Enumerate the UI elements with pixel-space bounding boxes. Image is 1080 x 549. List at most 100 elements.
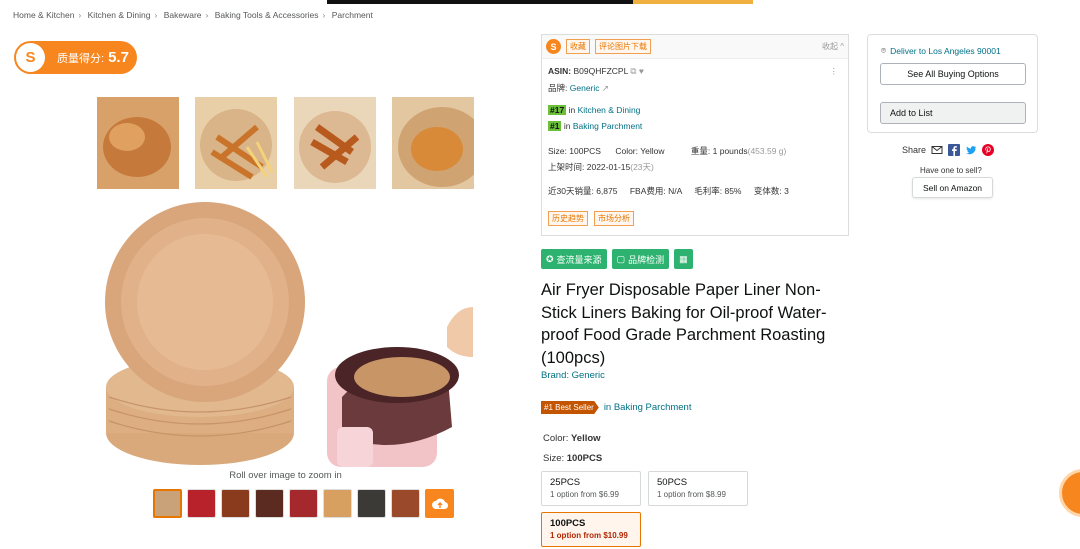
favorite-button[interactable]: 收藏: [566, 39, 590, 54]
buy-box: ⌾ Deliver to Los Angeles 90001 See All B…: [867, 34, 1038, 133]
upload-icon[interactable]: [425, 489, 454, 518]
best-seller-category-link[interactable]: in Baking Parchment: [604, 402, 692, 413]
color-label: Color:: [615, 146, 639, 156]
quality-score-badge[interactable]: S 质量得分: 5.7: [14, 41, 137, 74]
location-pin-icon: ⌾: [881, 45, 887, 55]
rank-category-link[interactable]: Baking Parchment: [573, 121, 642, 131]
plugin-logo-icon: S: [546, 39, 561, 54]
brand-link[interactable]: Brand: Generic: [541, 370, 605, 381]
thumbnail[interactable]: [187, 489, 216, 518]
stats-row: 近30天销量: 6,875 FBA费用: N/A 毛利率: 85% 变体数: 3: [542, 185, 795, 197]
deliver-to-link[interactable]: ⌾ Deliver to Los Angeles 90001: [881, 45, 1001, 56]
asin-label: ASIN:: [548, 66, 572, 76]
weight-grams: (453.59 g): [747, 146, 787, 156]
download-review-images-button[interactable]: 评论图片下载: [595, 39, 651, 54]
listed-date: 2022-01-15: [586, 162, 631, 172]
thumbnail-strip: [153, 489, 454, 518]
size-value: 100PCS: [569, 146, 601, 156]
size-option-name: 50PCS: [657, 477, 688, 488]
breadcrumb-item[interactable]: Parchment: [332, 10, 373, 20]
brand-check-button[interactable]: ▢ 品牌检测: [611, 249, 670, 269]
main-product-image[interactable]: [97, 97, 486, 469]
copy-icon[interactable]: ⧉: [630, 66, 636, 76]
thumbnail[interactable]: [357, 489, 386, 518]
brand-row: 品牌: Generic ↗: [542, 82, 615, 94]
brand-label: 品牌:: [548, 83, 568, 93]
twitter-icon[interactable]: [965, 144, 977, 156]
plugin-action-buttons: ✪ 查流量来源 ▢ 品牌检测 ▦: [541, 249, 693, 269]
traffic-source-button[interactable]: ✪ 查流量来源: [541, 249, 607, 269]
breadcrumb-item[interactable]: Bakeware: [164, 10, 202, 20]
thumbnail[interactable]: [255, 489, 284, 518]
thumbnail[interactable]: [289, 489, 318, 518]
listed-label: 上架时间:: [548, 162, 585, 172]
history-trend-button[interactable]: 历史趋势: [548, 211, 588, 226]
rank-in: in: [568, 105, 576, 115]
traffic-source-label: 查流量来源: [556, 254, 602, 265]
check-circle-icon: ✪: [546, 253, 554, 264]
variants-value: 3: [784, 186, 789, 196]
market-analysis-button[interactable]: 市场分析: [594, 211, 634, 226]
thumbnail[interactable]: [153, 489, 182, 518]
color-value: Yellow: [640, 146, 665, 156]
weight-value: 1 pounds: [712, 146, 748, 156]
size-option-selected[interactable]: 100PCS 1 option from $10.99: [541, 512, 641, 547]
thumbnail[interactable]: [221, 489, 250, 518]
size-option-name: 25PCS: [550, 477, 581, 488]
breadcrumb-item[interactable]: Baking Tools & Accessories: [215, 10, 319, 20]
size-label: Size:: [543, 453, 565, 464]
fba-label: FBA费用:: [629, 186, 666, 196]
listed-days: (23天): [630, 162, 654, 172]
margin-label: 毛利率:: [694, 186, 723, 196]
top-ad-strip: [327, 0, 753, 4]
add-to-list-button[interactable]: Add to List: [880, 102, 1026, 124]
color-label: Color:: [543, 433, 569, 444]
see-all-buying-options-button[interactable]: See All Buying Options: [880, 63, 1026, 85]
plugin-logo-icon: S: [16, 43, 45, 72]
facebook-icon[interactable]: [948, 144, 961, 156]
plugin-panel: S 收藏 评论图片下载 收起 ^ ASIN: B09QHFZCPL ⧉ ♥ ⋮ …: [541, 34, 849, 236]
breadcrumb-item[interactable]: Kitchen & Dining: [88, 10, 151, 20]
quality-score-label: 质量得分:: [57, 52, 105, 65]
zoom-hint: Roll over image to zoom in: [229, 470, 342, 481]
rank-in: in: [563, 121, 571, 131]
heart-icon[interactable]: ♥: [639, 66, 644, 76]
thumbnail[interactable]: [323, 489, 352, 518]
breadcrumb: Home & Kitchen › Kitchen & Dining › Bakewa…: [13, 10, 373, 20]
thumbnail[interactable]: [391, 489, 420, 518]
email-icon[interactable]: [931, 144, 943, 156]
best-seller-row: #1 Best Seller in Baking Parchment: [541, 401, 691, 414]
best-seller-badge[interactable]: #1 Best Seller: [541, 401, 599, 414]
plugin-float-button[interactable]: [1059, 469, 1080, 517]
breadcrumb-item[interactable]: Home & Kitchen: [13, 10, 74, 20]
color-value: Yellow: [570, 433, 601, 444]
deliver-to-label: Deliver to Los Angeles 90001: [890, 45, 1001, 56]
size-option-price: 1 option from $8.99: [657, 490, 726, 499]
size-option[interactable]: 50PCS 1 option from $8.99: [648, 471, 748, 506]
have-one-to-sell: Have one to sell?: [920, 166, 982, 175]
listed-row: 上架时间: 2022-01-15(23天): [542, 161, 660, 173]
brand-link[interactable]: Generic: [570, 83, 600, 93]
size-row: Size: 100PCS Color: Yellow 重量: 1 pounds(…: [542, 145, 792, 157]
size-option[interactable]: 25PCS 1 option from $6.99: [541, 471, 641, 506]
share-row: Share: [902, 144, 995, 156]
rank-row: #17 in Kitchen & Dining: [542, 105, 646, 115]
square-icon: ▢: [616, 253, 626, 264]
asin-row: ASIN: B09QHFZCPL ⧉ ♥ ⋮: [542, 66, 848, 77]
brand-check-label: 品牌检测: [628, 254, 665, 265]
sales-value: 6,875: [596, 186, 618, 196]
size-label: Size:: [548, 146, 567, 156]
size-selection: Size: 100PCS: [543, 453, 602, 464]
color-selection: Color: Yellow: [543, 433, 601, 444]
sell-on-amazon-button[interactable]: Sell on Amazon: [912, 177, 993, 198]
size-option-price: 1 option from $10.99: [550, 531, 628, 540]
pinterest-icon[interactable]: [982, 144, 995, 156]
collapse-button[interactable]: 收起 ^: [822, 41, 844, 52]
margin-value: 85%: [724, 186, 742, 196]
size-value: 100PCS: [566, 453, 603, 464]
size-option-price: 1 option from $6.99: [550, 490, 619, 499]
calculator-button[interactable]: ▦: [674, 249, 693, 269]
more-icon[interactable]: ⋮: [830, 66, 839, 77]
quality-score-value: 5.7: [108, 49, 129, 66]
rank-category-link[interactable]: Kitchen & Dining: [578, 105, 641, 115]
